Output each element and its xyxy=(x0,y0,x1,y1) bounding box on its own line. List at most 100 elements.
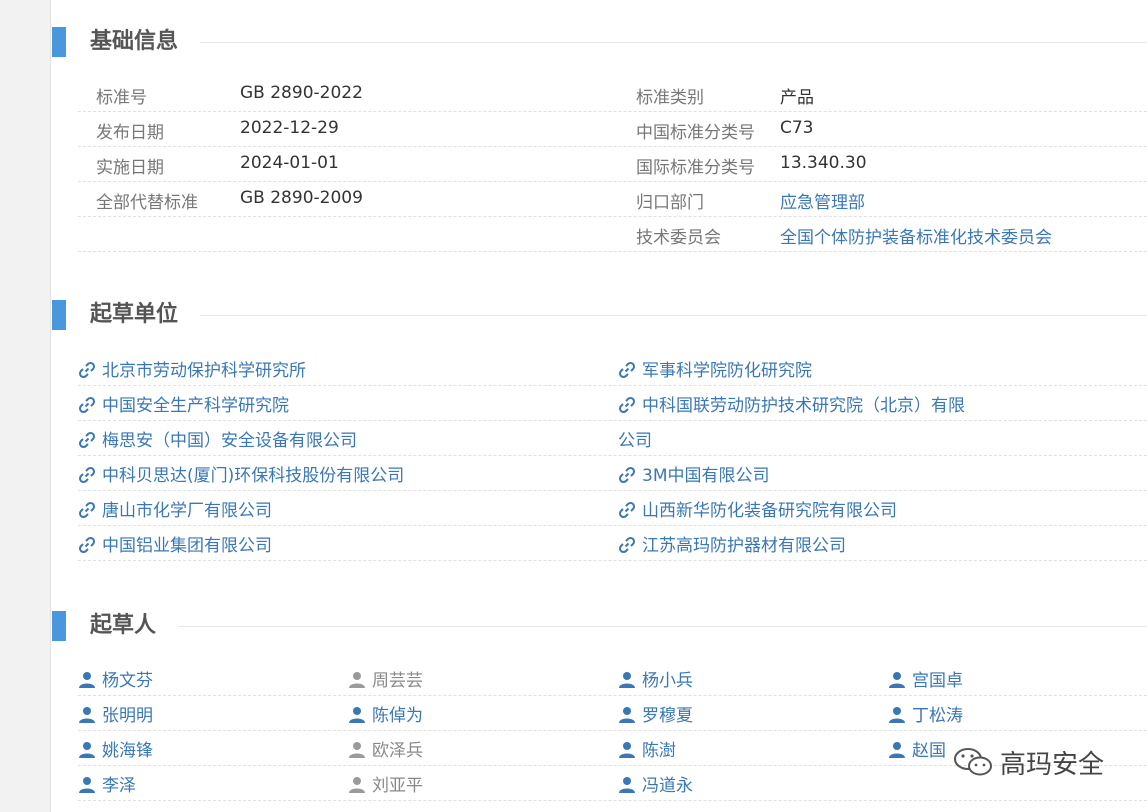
info-value: C73 xyxy=(780,118,814,138)
person-row: 张明明 陈倬为 罗穆夏 丁松涛 xyxy=(78,695,1147,731)
org-link[interactable]: 唐山市化学厂有限公司 xyxy=(78,496,272,524)
person-icon xyxy=(78,706,96,729)
person-link[interactable]: 杨小兵 xyxy=(618,666,693,694)
info-key: 全部代替标准 xyxy=(96,193,198,213)
person-link[interactable]: 陈倬为 xyxy=(348,701,423,729)
info-row: 实施日期 2024-01-01 国际标准分类号 13.340.30 xyxy=(78,146,1147,182)
link-icon xyxy=(78,396,96,419)
section-title: 基础信息 xyxy=(90,29,179,54)
person-name: 陈倬为 xyxy=(372,706,423,726)
person-name: 罗穆夏 xyxy=(642,706,693,726)
person-icon xyxy=(348,706,366,729)
person-name: 刘亚平 xyxy=(372,776,423,796)
person-link[interactable]: 李泽 xyxy=(78,771,136,799)
person-icon xyxy=(348,671,366,694)
person-name: 丁松涛 xyxy=(912,706,963,726)
link-icon xyxy=(618,466,636,489)
person-link[interactable]: 欧泽兵 xyxy=(348,736,423,764)
person-icon xyxy=(888,741,906,764)
link-icon xyxy=(78,466,96,489)
link-icon xyxy=(78,431,96,454)
org-name: 3M中国有限公司 xyxy=(642,466,770,486)
info-key: 归口部门 xyxy=(636,193,704,213)
person-link[interactable]: 赵国 xyxy=(888,736,946,764)
org-name: 军事科学院防化研究院 xyxy=(642,361,812,381)
person-icon xyxy=(618,741,636,764)
person-name: 冯道永 xyxy=(642,776,693,796)
info-value: GB 2890-2022 xyxy=(240,83,363,103)
org-name: 山西新华防化装备研究院有限公司 xyxy=(642,501,897,521)
org-link[interactable]: 3M中国有限公司 xyxy=(618,461,769,489)
person-link[interactable]: 丁松涛 xyxy=(888,701,963,729)
section-accent xyxy=(52,611,66,641)
info-key: 标准号 xyxy=(96,88,147,108)
org-name-continued[interactable]: 公司 xyxy=(618,426,652,451)
org-link[interactable]: 中国铝业集团有限公司 xyxy=(78,531,272,559)
watermark: 高玛安全 xyxy=(945,742,1145,782)
person-name: 周芸芸 xyxy=(372,671,423,691)
committee-link[interactable]: 全国个体防护装备标准化技术委员会 xyxy=(780,223,1052,248)
section-divider xyxy=(200,315,1147,316)
person-link[interactable]: 姚海锋 xyxy=(78,736,153,764)
person-name: 杨文芬 xyxy=(102,671,153,691)
section-divider xyxy=(200,42,1147,43)
info-value: 2022-12-29 xyxy=(240,118,339,138)
info-key: 标准类别 xyxy=(636,88,704,108)
info-value: GB 2890-2009 xyxy=(240,188,363,208)
person-link[interactable]: 罗穆夏 xyxy=(618,701,693,729)
section-title: 起草单位 xyxy=(90,302,179,327)
org-name: 中科贝思达(厦门)环保科技股份有限公司 xyxy=(102,466,405,486)
person-link[interactable]: 张明明 xyxy=(78,701,153,729)
link-icon xyxy=(618,361,636,384)
person-row: 杨文芬 周芸芸 杨小兵 宫国卓 xyxy=(78,660,1147,696)
person-name: 李泽 xyxy=(102,776,136,796)
info-value: 产品 xyxy=(780,88,814,108)
org-name: 北京市劳动保护科学研究所 xyxy=(102,361,306,381)
person-name: 欧泽兵 xyxy=(372,741,423,761)
info-key: 技术委员会 xyxy=(636,228,721,248)
org-name: 梅思安（中国）安全设备有限公司 xyxy=(102,431,357,451)
info-row: 发布日期 2022-12-29 中国标准分类号 C73 xyxy=(78,111,1147,147)
wechat-icon xyxy=(953,746,993,782)
org-link[interactable]: 山西新华防化装备研究院有限公司 xyxy=(618,496,897,524)
section-accent xyxy=(52,27,66,57)
org-name: 公司 xyxy=(618,431,652,451)
section-title: 起草人 xyxy=(90,613,157,638)
person-link[interactable]: 陈澍 xyxy=(618,736,676,764)
info-key: 中国标准分类号 xyxy=(636,123,755,143)
person-link[interactable]: 刘亚平 xyxy=(348,771,423,799)
link-icon xyxy=(618,536,636,559)
link-icon xyxy=(78,536,96,559)
info-row: 技术委员会 全国个体防护装备标准化技术委员会 xyxy=(78,216,1147,252)
org-link[interactable]: 梅思安（中国）安全设备有限公司 xyxy=(78,426,357,454)
person-link[interactable]: 杨文芬 xyxy=(78,666,153,694)
info-row: 标准号 GB 2890-2022 标准类别 产品 xyxy=(78,76,1147,112)
org-row: 中科贝思达(厦门)环保科技股份有限公司 3M中国有限公司 xyxy=(78,455,1147,491)
person-name: 赵国 xyxy=(912,741,946,761)
person-icon xyxy=(618,706,636,729)
person-icon xyxy=(888,671,906,694)
person-name: 杨小兵 xyxy=(642,671,693,691)
org-link[interactable]: 军事科学院防化研究院 xyxy=(618,356,812,384)
link-icon xyxy=(78,361,96,384)
org-link[interactable]: 北京市劳动保护科学研究所 xyxy=(78,356,306,384)
info-value: 13.340.30 xyxy=(780,153,867,173)
org-link[interactable]: 中科贝思达(厦门)环保科技股份有限公司 xyxy=(78,461,404,489)
org-row: 北京市劳动保护科学研究所 军事科学院防化研究院 xyxy=(78,350,1147,386)
org-link[interactable]: 中国安全生产科学研究院 xyxy=(78,391,289,419)
info-key: 实施日期 xyxy=(96,158,164,178)
link-icon xyxy=(78,501,96,524)
department-link[interactable]: 应急管理部 xyxy=(780,188,865,213)
person-name: 姚海锋 xyxy=(102,741,153,761)
person-link[interactable]: 宫国卓 xyxy=(888,666,963,694)
org-link[interactable]: 中科国联劳动防护技术研究院（北京）有限 xyxy=(618,391,965,419)
person-link[interactable]: 周芸芸 xyxy=(348,666,423,694)
section-divider xyxy=(178,626,1147,627)
org-name: 中科国联劳动防护技术研究院（北京）有限 xyxy=(642,396,965,416)
org-row: 唐山市化学厂有限公司 山西新华防化装备研究院有限公司 xyxy=(78,490,1147,526)
person-link[interactable]: 冯道永 xyxy=(618,771,693,799)
org-row: 梅思安（中国）安全设备有限公司 公司 xyxy=(78,420,1147,456)
org-name: 唐山市化学厂有限公司 xyxy=(102,501,272,521)
org-name: 中国安全生产科学研究院 xyxy=(102,396,289,416)
org-link[interactable]: 江苏高玛防护器材有限公司 xyxy=(618,531,846,559)
